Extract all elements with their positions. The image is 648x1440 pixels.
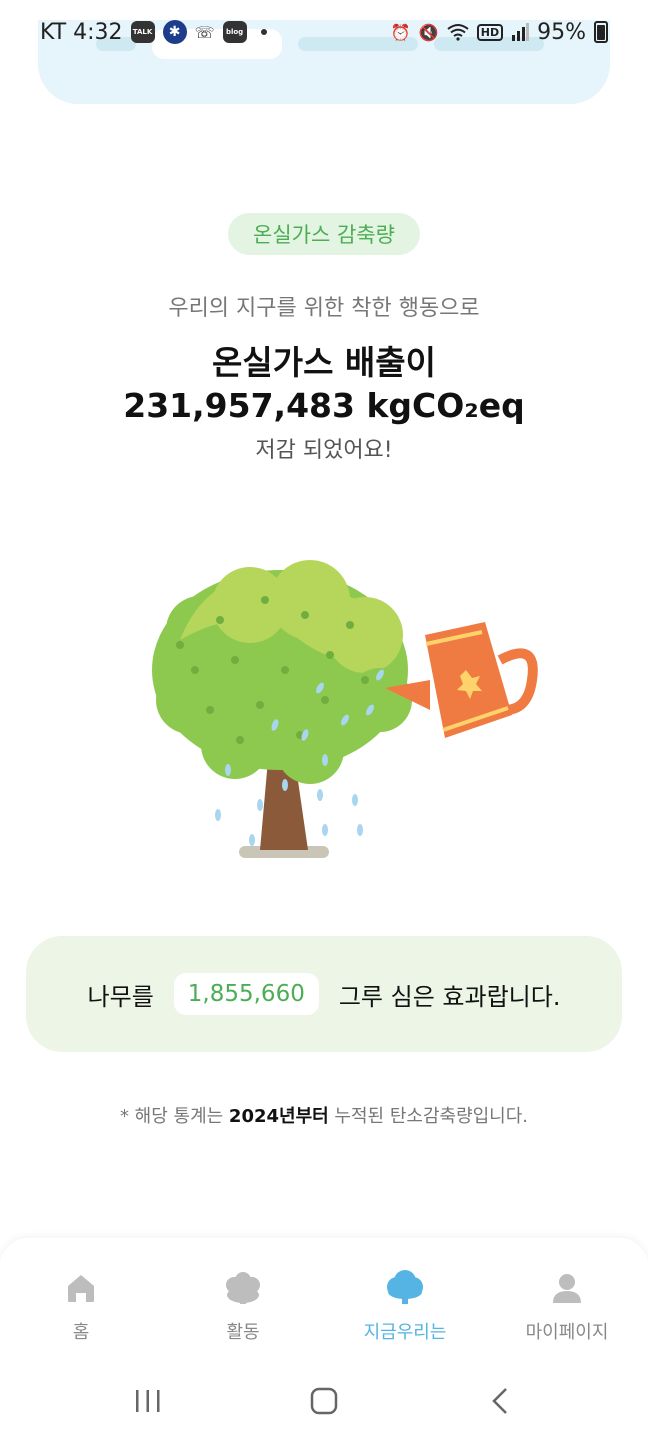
battery-percent: 95% <box>537 19 586 45</box>
recent-apps-button[interactable] <box>118 1371 178 1431</box>
system-nav-bar <box>0 1362 648 1440</box>
headline-subtitle: 우리의 지구를 위한 착한 행동으로 <box>168 296 480 321</box>
person-icon <box>547 1268 587 1308</box>
headline-line1: 온실가스 배출이 <box>211 343 436 382</box>
tab-activity[interactable]: 활동 <box>173 1268 313 1344</box>
carrier-time: KT 4:32 <box>40 19 123 45</box>
tab-now-we[interactable]: 지금우리는 <box>335 1268 475 1344</box>
footnote-post: 누적된 탄소감축량입니다. <box>328 1106 529 1127</box>
home-circle-icon <box>310 1387 338 1415</box>
headline-line3: 저감 되었어요! <box>255 438 393 463</box>
tab-mypage[interactable]: 마이페이지 <box>497 1268 637 1344</box>
tree-count: 1,855,660 <box>173 973 319 1015</box>
tree-prefix: 나무를 <box>87 982 154 1011</box>
tab-now-we-label: 지금우리는 <box>363 1322 447 1343</box>
tree-watering-illustration <box>152 560 538 858</box>
bottom-tab-bar: 홈 활동 지금우리는 마이페이지 <box>0 1238 648 1362</box>
tab-activity-label: 활동 <box>226 1322 260 1343</box>
status-right: ⏰ 🔇 HD 95% <box>391 20 608 45</box>
ghg-reduction-pill: 온실가스 감축량 <box>228 213 420 255</box>
back-chevron-icon <box>492 1388 507 1414</box>
tab-mypage-label: 마이페이지 <box>525 1322 609 1343</box>
battery-icon <box>594 21 608 43</box>
call-icon: ☏ <box>194 22 215 42</box>
blog-icon: blog <box>222 21 247 43</box>
reduction-amount: 231,957,483 kgCO₂eq <box>123 386 525 425</box>
hd-icon: HD <box>476 23 504 41</box>
footnote-bold: 2024년부터 <box>228 1106 329 1127</box>
statistics-footnote: * 해당 통계는 2024년부터 누적된 탄소감축량입니다. <box>0 1102 648 1128</box>
tab-home-label: 홈 <box>72 1322 90 1343</box>
activity-icon <box>223 1268 263 1308</box>
status-left: KT 4:32 TALK ✱ ☏ blog <box>40 20 267 45</box>
wifi-icon <box>447 23 469 41</box>
recent-apps-icon <box>136 1390 160 1412</box>
status-bar: KT 4:32 TALK ✱ ☏ blog ⏰ 🔇 HD 95% <box>0 0 648 64</box>
footnote-pre: * 해당 통계는 <box>119 1106 229 1127</box>
kakaotalk-icon: TALK <box>130 21 155 43</box>
alarm-icon: ⏰ <box>390 22 411 42</box>
tree-suffix: 그루 심은 효과랍니다. <box>338 982 561 1011</box>
home-icon <box>61 1268 101 1308</box>
back-button[interactable] <box>470 1371 530 1431</box>
signal-icon <box>511 23 530 41</box>
tree-equivalent-card: 나무를 1,855,660 그루 심은 효과랍니다. <box>26 936 622 1052</box>
home-button[interactable] <box>294 1371 354 1431</box>
tree-icon <box>385 1268 425 1308</box>
mute-icon: 🔇 <box>418 22 439 42</box>
app-icon: ✱ <box>162 20 187 44</box>
more-notifications-icon <box>260 29 267 35</box>
tab-home[interactable]: 홈 <box>11 1268 151 1344</box>
